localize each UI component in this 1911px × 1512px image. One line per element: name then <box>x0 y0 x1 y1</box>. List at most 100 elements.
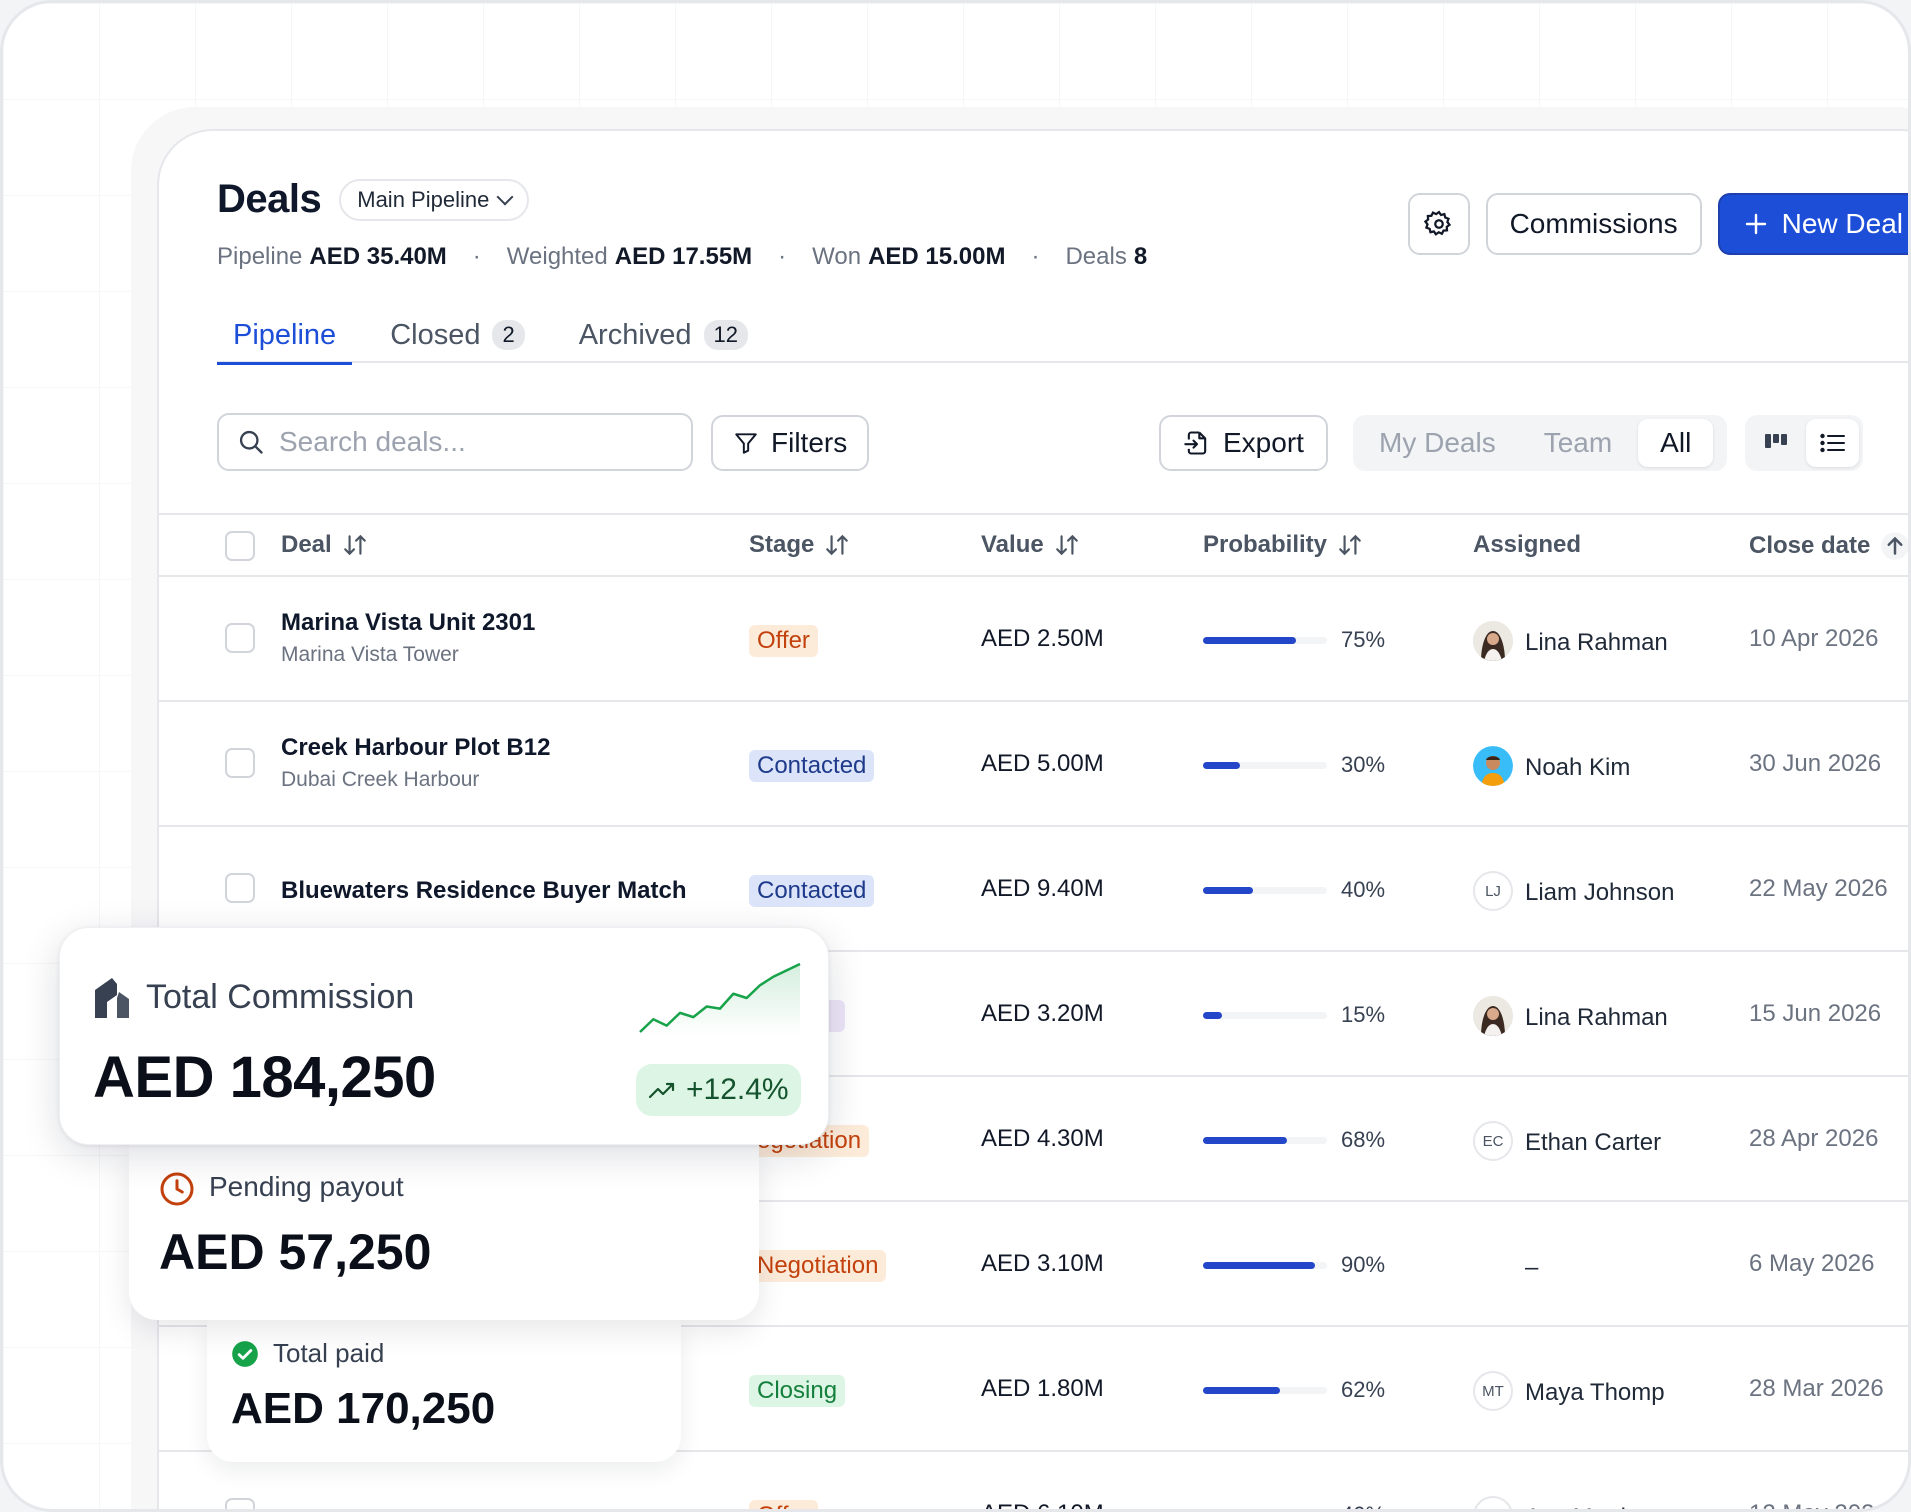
probability-bar <box>1203 1387 1327 1394</box>
commissions-button[interactable]: Commissions <box>1485 193 1702 255</box>
stat-won-value: AED 15.00M <box>868 243 1006 270</box>
tab-archived[interactable]: Archived 12 <box>563 307 764 363</box>
select-all-checkbox[interactable] <box>225 531 255 561</box>
plus-icon <box>1745 213 1766 235</box>
deal-value: AED 2.50M <box>981 625 1104 652</box>
deal-tabs: Pipeline Closed 2 Archived 12 <box>217 307 1908 365</box>
view-toggle <box>1745 415 1863 471</box>
stat-weighted-value: AED 17.55M <box>614 243 753 270</box>
sort-icon <box>826 534 849 556</box>
probability-bar <box>1203 1262 1327 1269</box>
total-commission-label: Total Commission <box>146 978 415 1016</box>
assignee-name: Ethan Carter <box>1525 1129 1662 1156</box>
table-header: Deal Stage Value Probability Assigned Cl… <box>159 513 1908 577</box>
new-deal-label: New Deal <box>1781 208 1903 239</box>
probability-bar <box>1203 1012 1327 1019</box>
assignee-name: Maya Thomp <box>1525 1379 1665 1406</box>
deal-value: AED 6.10M <box>981 1500 1104 1509</box>
search-box <box>217 413 693 471</box>
tab-label: Closed <box>390 318 481 351</box>
total-commission-card: Total Commission AED 184,250 +12.4% <box>59 927 829 1145</box>
column-header-value[interactable]: Value <box>981 531 1080 559</box>
deal-name[interactable]: Creek Harbour Plot B12 <box>281 734 550 762</box>
user-photo-icon <box>1473 746 1513 786</box>
scope-team[interactable]: Team <box>1522 419 1634 467</box>
sort-icon <box>343 534 366 556</box>
probability-bar-fill <box>1203 762 1241 769</box>
probability-percent: 40% <box>1341 877 1386 902</box>
assignee-name: Lina Rahman <box>1525 629 1668 656</box>
column-header-stage[interactable]: Stage <box>749 531 850 559</box>
search-input[interactable] <box>279 426 659 458</box>
tab-closed[interactable]: Closed 2 <box>374 307 541 363</box>
stat-won-label: Won <box>812 243 862 270</box>
total-paid-card: Total paid AED 170,250 <box>207 1320 681 1462</box>
close-date: 28 Mar 2026 <box>1749 1375 1884 1402</box>
scope-my-deals[interactable]: My Deals <box>1357 419 1518 467</box>
settings-button[interactable] <box>1407 193 1470 255</box>
column-header-deal[interactable]: Deal <box>281 531 368 559</box>
deal-name[interactable]: Bluewaters Residence Buyer Match <box>281 877 686 905</box>
row-checkbox[interactable] <box>225 748 255 778</box>
probability-percent: 68% <box>1341 1127 1386 1152</box>
deal-location: Dubai Creek Harbour <box>281 768 480 791</box>
stat-pipeline-value: AED 35.40M <box>309 243 447 270</box>
deal-value: AED 3.20M <box>981 1000 1104 1027</box>
stage-badge: Contacted <box>749 875 875 907</box>
probability-percent: 30% <box>1341 752 1386 777</box>
close-date: 30 Jun 2026 <box>1749 750 1882 777</box>
kanban-icon <box>1764 434 1787 448</box>
deal-value: AED 9.40M <box>981 875 1104 902</box>
tab-count-badge: 2 <box>492 320 525 350</box>
screen-frame: Deals Main Pipeline Pipeline AED 35.40M … <box>0 0 1911 1512</box>
export-button[interactable]: Export <box>1159 415 1328 471</box>
export-icon <box>1184 431 1207 455</box>
sort-icon <box>1055 534 1078 556</box>
deal-value: AED 4.30M <box>981 1125 1104 1152</box>
avatar: AM <box>1473 1496 1513 1509</box>
column-header-probability[interactable]: Probability <box>1203 531 1363 559</box>
probability-bar <box>1203 887 1327 894</box>
total-paid-label: Total paid <box>273 1338 385 1368</box>
probability-bar-fill <box>1203 887 1253 894</box>
page-title: Deals <box>217 177 322 221</box>
total-commission-amount: AED 184,250 <box>93 1045 436 1110</box>
row-checkbox[interactable] <box>225 1498 255 1509</box>
new-deal-button[interactable]: New Deal <box>1717 193 1908 255</box>
column-header-close-date[interactable]: Close date <box>1749 531 1908 561</box>
close-date: 10 Apr 2026 <box>1749 625 1879 652</box>
pipeline-select[interactable]: Main Pipeline <box>339 178 530 221</box>
stat-separator: · <box>1031 243 1040 270</box>
pending-payout-card: Pending payout AED 57,250 <box>129 1145 759 1320</box>
column-label: Stage <box>749 531 815 558</box>
column-header-assigned[interactable]: Assigned <box>1473 531 1581 559</box>
stage-badge: Offer <box>749 1500 818 1509</box>
scope-all[interactable]: All <box>1638 419 1714 467</box>
table-row[interactable]: Creek Harbour Plot B12 Dubai Creek Harbou… <box>159 702 1908 827</box>
filters-button[interactable]: Filters <box>711 415 870 471</box>
stage-badge: Negotiation <box>749 1250 887 1282</box>
pending-payout-label: Pending payout <box>209 1171 404 1202</box>
probability-percent: 40% <box>1341 1502 1385 1509</box>
deal-name[interactable]: Marina Vista Unit 2301 <box>281 609 535 637</box>
assignee-name: Noah Kim <box>1525 754 1631 781</box>
table-row[interactable]: Marina Vista Unit 2301 Marina Vista Tower… <box>159 577 1908 702</box>
row-checkbox[interactable] <box>225 873 255 903</box>
tab-label: Pipeline <box>233 318 337 351</box>
check-circle-icon <box>232 1341 258 1367</box>
board-view-button[interactable] <box>1749 419 1802 467</box>
column-label: Assigned <box>1473 531 1582 558</box>
brand-logo-icon <box>95 978 129 1018</box>
deal-location: Marina Vista Tower <box>281 643 459 666</box>
row-checkbox[interactable] <box>225 623 255 653</box>
export-label: Export <box>1223 427 1304 458</box>
column-label: Close date <box>1749 532 1871 559</box>
avatar: MT <box>1473 1371 1513 1411</box>
commission-sparkline <box>639 962 801 1036</box>
avatar <box>1473 996 1513 1036</box>
deal-value: AED 3.10M <box>981 1250 1104 1277</box>
trending-up-icon <box>648 1082 675 1099</box>
title-row: Deals Main Pipeline <box>217 177 530 222</box>
list-view-button[interactable] <box>1806 419 1859 467</box>
tab-pipeline[interactable]: Pipeline <box>217 307 353 365</box>
